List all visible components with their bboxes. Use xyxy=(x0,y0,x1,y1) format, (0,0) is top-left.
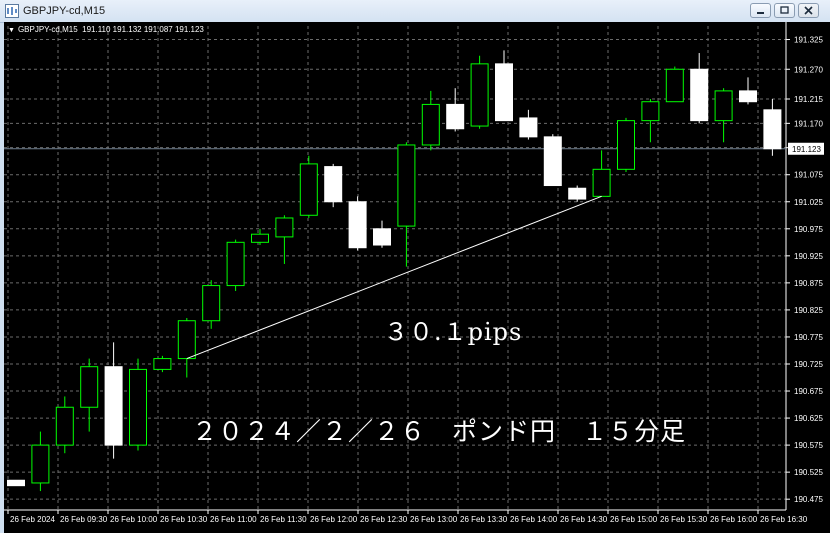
x-tick-label: 26 Feb 14:00 xyxy=(510,515,558,524)
candle-body xyxy=(739,90,757,103)
ohlc-values: 191.110 191.132 191.087 191.123 xyxy=(82,25,204,34)
candle-body xyxy=(202,285,221,322)
candle-body xyxy=(641,101,660,122)
candle-body xyxy=(665,68,684,103)
candle-body xyxy=(470,63,489,127)
chart-window: GBPJPY-cd,M15 191.325 191.270 191.215 191.1… xyxy=(0,0,830,533)
x-tick-label: 26 Feb 15:30 xyxy=(660,515,708,524)
candle-body xyxy=(226,241,245,287)
candle-body xyxy=(397,144,416,227)
close-icon xyxy=(804,6,813,15)
y-tick-label: 191.325 xyxy=(794,36,823,45)
chart-header: ▼ GBPJPY-cd,M15 191.110 191.132 191.087 1… xyxy=(8,25,204,34)
window-title: GBPJPY-cd,M15 xyxy=(23,5,106,17)
y-tick-label: 190.675 xyxy=(794,387,823,396)
x-tick-label: 26 Feb 13:30 xyxy=(460,515,508,524)
pips-annotation: ３０.１pips xyxy=(384,318,523,346)
chart-area[interactable]: 191.325191.270191.215191.170191.125191.0… xyxy=(4,22,830,533)
caption-annotation: ２０２４／２／２６ ポンド円 １５分足 xyxy=(192,417,687,446)
x-tick-label: 26 Feb 2024 xyxy=(10,515,55,524)
candle-body xyxy=(763,109,782,150)
candlestick-chart[interactable]: 191.325191.270191.215191.170191.125191.0… xyxy=(4,22,830,533)
candle-body xyxy=(592,168,611,197)
minimize-button[interactable] xyxy=(750,3,771,18)
candle-body xyxy=(714,90,733,122)
title-bar: GBPJPY-cd,M15 xyxy=(0,0,830,23)
x-tick-label: 26 Feb 09:30 xyxy=(60,515,108,524)
candle-body xyxy=(31,444,50,484)
candle-body xyxy=(104,366,123,446)
candle-body xyxy=(153,358,172,370)
candle-body xyxy=(421,103,440,146)
triangle-down-icon: ▼ xyxy=(8,27,15,34)
y-tick-label: 191.270 xyxy=(794,65,823,74)
candle-body xyxy=(519,117,538,138)
y-tick-label: 190.625 xyxy=(794,414,823,423)
x-tick-label: 26 Feb 15:00 xyxy=(610,515,658,524)
y-tick-label: 190.875 xyxy=(794,279,823,288)
candle-body xyxy=(373,228,391,246)
candle-body xyxy=(275,217,294,238)
candle-body xyxy=(446,103,465,130)
x-tick-label: 26 Feb 12:30 xyxy=(360,515,408,524)
candle-body xyxy=(80,366,99,408)
chart-window-icon xyxy=(5,4,19,18)
y-tick-label: 191.215 xyxy=(794,95,823,104)
y-tick-label: 190.775 xyxy=(794,333,823,342)
x-tick-label: 26 Feb 10:30 xyxy=(160,515,208,524)
close-button[interactable] xyxy=(798,3,819,18)
y-tick-label: 191.025 xyxy=(794,198,823,207)
candle-body xyxy=(299,163,318,216)
x-tick-label: 26 Feb 16:30 xyxy=(760,515,808,524)
candle-body xyxy=(568,187,587,200)
x-tick-label: 26 Feb 13:00 xyxy=(410,515,458,524)
x-tick-label: 26 Feb 12:00 xyxy=(310,515,358,524)
y-tick-label: 190.525 xyxy=(794,468,823,477)
y-tick-label: 190.575 xyxy=(794,441,823,450)
candle-body xyxy=(251,233,269,243)
candle-body xyxy=(617,120,635,170)
y-tick-label: 190.975 xyxy=(794,225,823,234)
restore-icon xyxy=(780,6,789,14)
y-tick-label: 191.075 xyxy=(794,171,823,180)
x-tick-label: 26 Feb 10:00 xyxy=(110,515,158,524)
y-tick-label: 190.925 xyxy=(794,252,823,261)
y-tick-label: 190.475 xyxy=(794,495,823,504)
candle-body xyxy=(324,166,343,203)
y-tick-label: 191.170 xyxy=(794,119,823,128)
x-tick-label: 26 Feb 11:30 xyxy=(260,515,307,524)
candle-body xyxy=(55,406,74,446)
candle-body xyxy=(129,368,147,446)
symbol-name: GBPJPY-cd,M15 xyxy=(17,25,78,34)
candle-body xyxy=(7,479,25,487)
minimize-icon xyxy=(757,12,764,14)
y-tick-label: 190.825 xyxy=(794,306,823,315)
candle-body xyxy=(177,320,196,360)
candle-body xyxy=(690,68,709,122)
x-tick-label: 26 Feb 16:00 xyxy=(710,515,758,524)
current-price-label: 191.123 xyxy=(792,145,821,154)
candle-body xyxy=(495,63,513,122)
candle-body xyxy=(543,136,562,187)
candle-body xyxy=(348,201,367,249)
x-tick-label: 26 Feb 14:30 xyxy=(560,515,608,524)
restore-button[interactable] xyxy=(774,3,795,18)
y-tick-label: 190.725 xyxy=(794,360,823,369)
x-tick-label: 26 Feb 11:00 xyxy=(210,515,257,524)
